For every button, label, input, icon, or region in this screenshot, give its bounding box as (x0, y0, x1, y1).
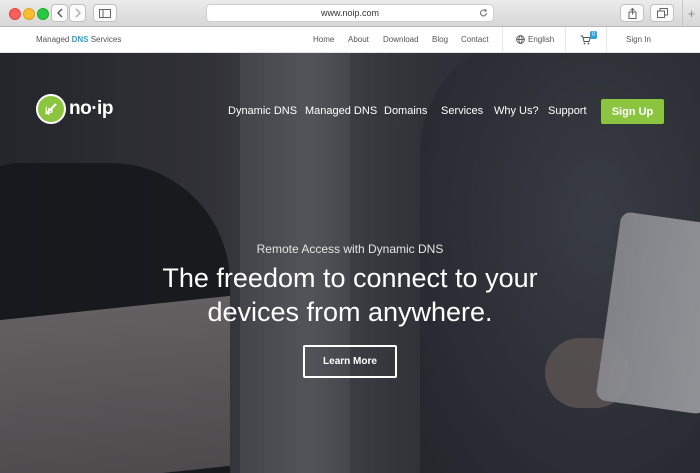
nav-dynamic-dns[interactable]: Dynamic DNS (228, 105, 297, 117)
address-bar[interactable]: www.noip.com (206, 4, 494, 22)
hero-headline: The freedom to connect to your devices f… (0, 261, 700, 329)
close-window-button[interactable] (9, 8, 21, 20)
nav-why-us[interactable]: Why Us? (494, 105, 539, 117)
forward-button[interactable] (69, 4, 86, 22)
divider (502, 27, 503, 53)
globe-icon (516, 35, 525, 44)
hero-headline-line-1: The freedom to connect to your (162, 263, 538, 293)
nav-managed-dns[interactable]: Managed DNS (305, 105, 377, 117)
brand-tagline: Managed DNS Services (36, 35, 122, 44)
util-link-blog[interactable]: Blog (432, 35, 448, 44)
forward-icon (75, 8, 81, 18)
browser-toolbar: www.noip.com + (0, 0, 700, 27)
util-link-download[interactable]: Download (383, 35, 419, 44)
util-link-about[interactable]: About (348, 35, 369, 44)
nav-support[interactable]: Support (548, 105, 587, 117)
util-link-home[interactable]: Home (313, 35, 334, 44)
back-icon (56, 8, 62, 18)
util-link-contact[interactable]: Contact (461, 35, 489, 44)
sign-up-button[interactable]: Sign Up (601, 99, 664, 124)
url-text: www.noip.com (320, 8, 380, 18)
sidebar-button[interactable] (93, 4, 117, 22)
minimize-window-button[interactable] (23, 8, 35, 20)
divider (565, 27, 566, 53)
reload-icon[interactable] (479, 8, 488, 18)
utility-bar: Managed DNS Services Home About Download… (0, 27, 700, 53)
plus-icon: + (687, 6, 696, 21)
noip-logo-icon: ip (36, 94, 66, 124)
share-button[interactable] (620, 4, 644, 22)
hero-headline-line-2: devices from anywhere. (207, 297, 493, 327)
zoom-window-button[interactable] (37, 8, 49, 20)
sidebar-icon (99, 8, 111, 18)
svg-text:ip: ip (45, 105, 54, 115)
logo-wordmark: no·ip (69, 98, 113, 119)
share-icon (628, 7, 636, 19)
divider (606, 27, 607, 53)
sign-in-link[interactable]: Sign In (626, 35, 651, 44)
learn-more-button[interactable]: Learn More (303, 345, 397, 378)
language-selector[interactable]: English (528, 35, 554, 44)
cart-count-badge: 0 (590, 31, 598, 39)
tabs-icon (656, 8, 668, 18)
hero-subtitle: Remote Access with Dynamic DNS (256, 242, 444, 256)
nav-services[interactable]: Services (441, 105, 483, 117)
back-button[interactable] (51, 4, 68, 22)
new-tab-button[interactable]: + (682, 0, 700, 27)
tabs-button[interactable] (650, 4, 674, 22)
hero-section: ip no·ip Dynamic DNS Managed DNS Domains… (0, 53, 700, 473)
noip-logo[interactable]: ip no·ip (36, 94, 113, 124)
nav-domains[interactable]: Domains (384, 105, 427, 117)
